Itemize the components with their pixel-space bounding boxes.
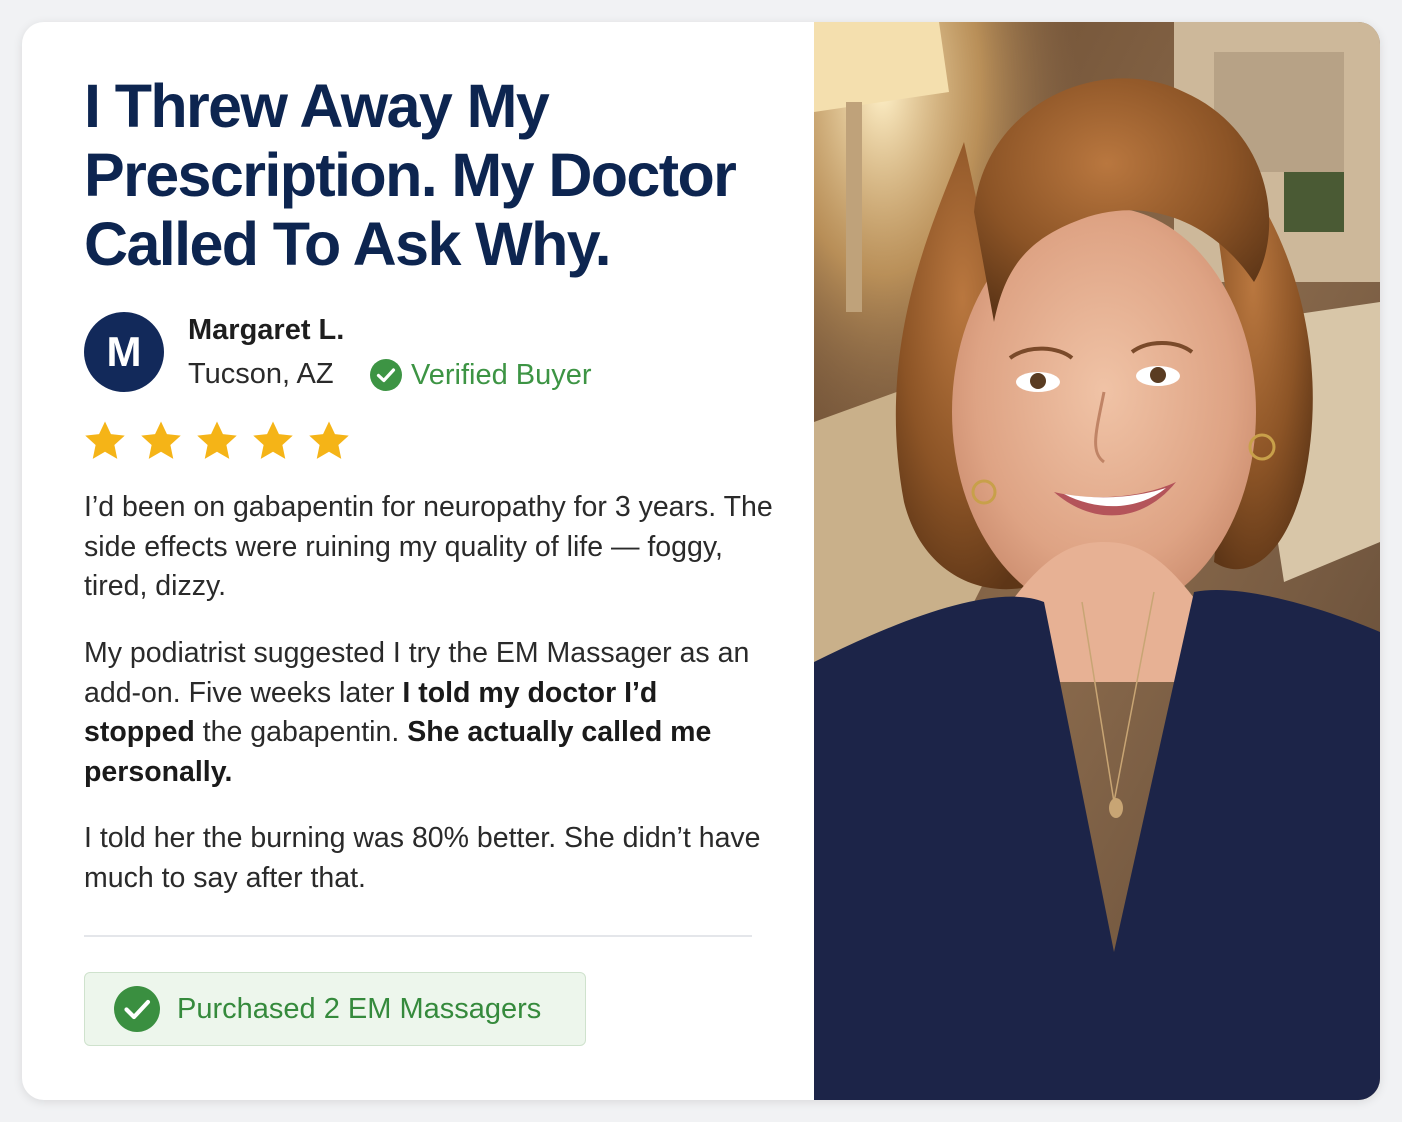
- divider: [84, 935, 752, 937]
- review-content: I Threw Away My Prescription. My Doctor …: [22, 22, 814, 1100]
- review-text: the gabapentin.: [194, 716, 408, 748]
- review-paragraph-2: My podiatrist suggested I try the EM Mas…: [84, 634, 774, 792]
- review-headline: I Threw Away My Prescription. My Doctor …: [84, 72, 737, 278]
- star-icon: [309, 421, 349, 459]
- star-icon: [197, 421, 237, 459]
- star-rating: [82, 418, 362, 464]
- verified-badge: Verified Buyer: [369, 358, 592, 392]
- reviewer-photo: [814, 22, 1380, 1100]
- reviewer-name: Margaret L.: [188, 314, 345, 346]
- reviewer-location: Tucson, AZ: [188, 358, 334, 390]
- check-circle-icon: [114, 986, 160, 1032]
- star-icon: [141, 421, 181, 459]
- verified-label: Verified Buyer: [411, 358, 592, 391]
- star-icon: [253, 421, 293, 459]
- review-paragraph-3: I told her the burning was 80% better. S…: [84, 822, 761, 894]
- review-paragraph-1: I’d been on gabapentin for neuropathy fo…: [84, 491, 773, 602]
- purchase-badge: Purchased 2 EM Massagers: [84, 972, 586, 1046]
- purchase-label: Purchased 2 EM Massagers: [177, 992, 542, 1025]
- avatar: M: [84, 312, 164, 392]
- check-circle-icon: [370, 359, 402, 391]
- review-card: I Threw Away My Prescription. My Doctor …: [22, 22, 1380, 1100]
- star-icon: [85, 421, 125, 459]
